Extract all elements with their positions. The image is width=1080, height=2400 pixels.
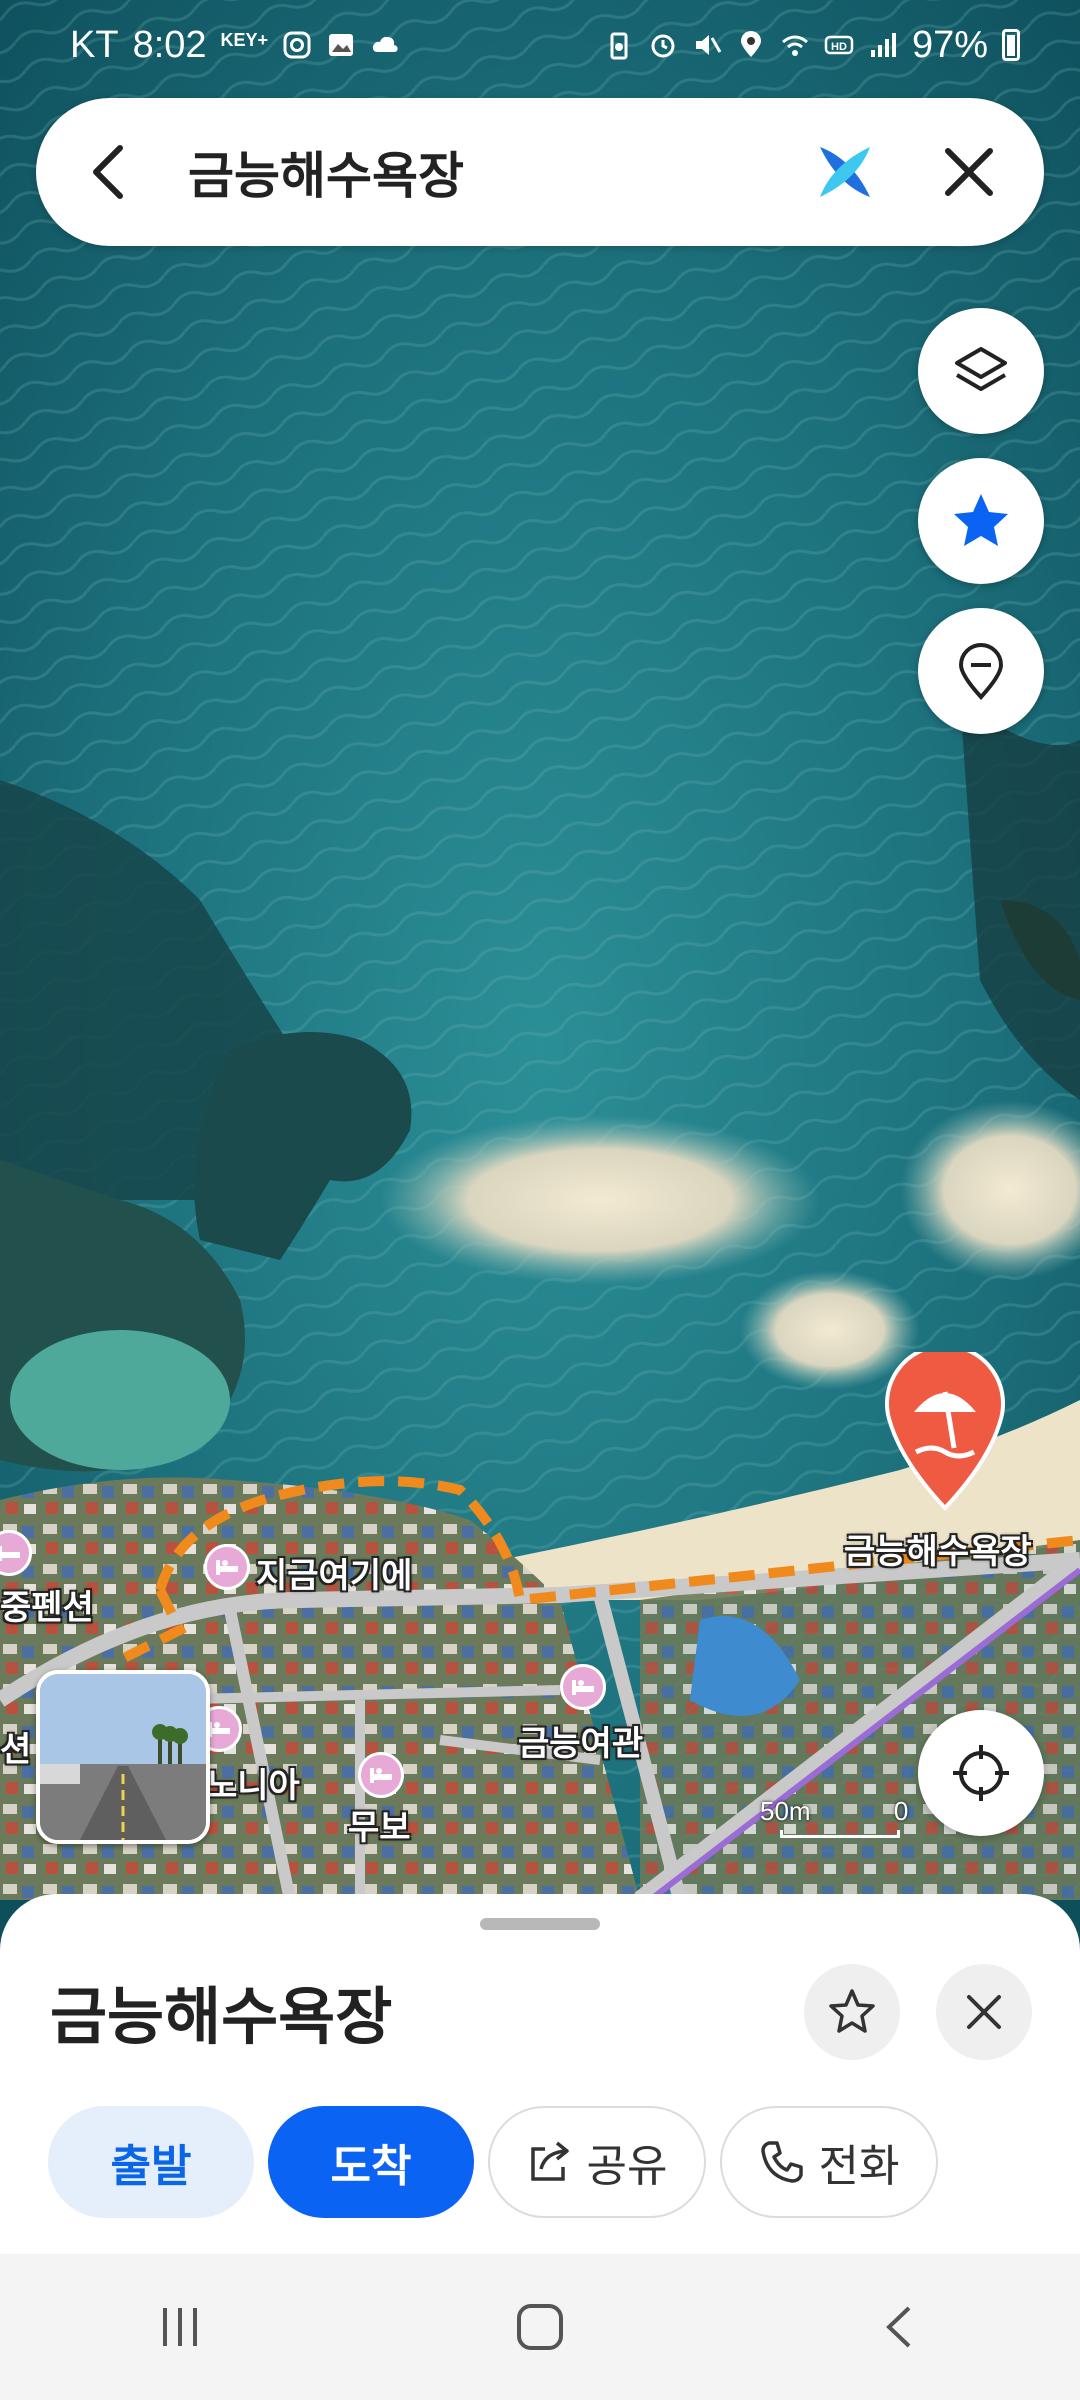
system-back-button[interactable] [820,2277,980,2377]
map-label-pension: 중펜션 [0,1589,94,1627]
phone-icon [760,2141,803,2183]
scale-distance: 50m [760,1796,811,1826]
location-icon [740,31,761,57]
ai-sparkle-icon [820,147,870,197]
status-right: HD 97% [604,24,1020,67]
close-sheet-button[interactable] [936,1964,1032,2060]
layers-icon [955,347,1007,391]
close-icon [967,1995,1001,2029]
instagram-icon [283,31,311,59]
crosshair-icon [953,1745,1009,1801]
status-left: KT 8:02 KEY+ [70,24,400,67]
place-pin[interactable] [882,1343,1008,1512]
map-label-mubo: 무보 [348,1809,411,1847]
satellite-imagery [0,0,1080,1900]
lodging-icon[interactable] [560,1664,606,1710]
place-bottom-sheet[interactable]: 금능해수욕장 출발 도착 공유 전화 [0,1894,1080,2254]
street-view-thumbnail[interactable] [36,1670,210,1844]
mute-icon [695,35,722,55]
ai-assistant-button[interactable] [800,98,890,246]
search-query[interactable]: 금능해수욕장 [168,136,800,208]
back-icon [886,2306,911,2348]
map-layers-button[interactable] [918,308,1044,434]
map-pin-icon [958,643,1004,700]
action-buttons-row: 출발 도착 공유 전화 [48,2106,938,2218]
current-location-button[interactable] [918,1710,1044,1836]
hd-voice-icon: HD [824,35,854,55]
arrive-button[interactable]: 도착 [268,2106,474,2218]
map-label-inn: 금능여관 [518,1725,644,1763]
star-filled-icon [954,494,1008,546]
save-favorite-button[interactable] [804,1964,900,2060]
recent-apps-button[interactable] [100,2277,260,2377]
system-nav-bar [0,2254,1080,2400]
map-view[interactable] [0,0,1080,1900]
sheet-drag-handle[interactable] [480,1918,600,1930]
saved-places-button[interactable] [918,608,1044,734]
cloud-icon [372,36,398,52]
clock: 8:02 [132,23,207,66]
signal-icon [870,33,896,57]
close-icon [945,148,993,196]
status-bar: KT 8:02 KEY+ HD 97% [0,0,1080,90]
share-button[interactable]: 공유 [488,2106,706,2218]
home-button[interactable] [460,2277,620,2377]
home-icon [517,2304,563,2350]
star-outline-icon [829,1989,875,2033]
map-label-jigeumyeogie: 지금여기에 [256,1557,413,1595]
carrier-label: KT [70,23,119,66]
lodging-icon[interactable] [204,1544,250,1590]
back-button[interactable] [48,98,168,246]
map-label-cut: 션 [0,1731,32,1769]
scale-zero: 0 [893,1796,909,1826]
share-icon [530,2141,569,2181]
key-badge: KEY+ [220,29,269,50]
call-label: 전화 [818,2142,900,2191]
battery-saver-icon [610,32,628,60]
clear-search-button[interactable] [914,98,1024,246]
battery-percent: 97% [911,23,988,66]
scale-bar [780,1830,900,1838]
favorites-button[interactable] [918,458,1044,584]
search-bar[interactable]: 금능해수욕장 [36,98,1044,246]
map-scale: 50m 0 [760,1796,909,1838]
place-title: 금능해수욕장 [50,1983,393,2052]
alarm-icon [651,34,675,58]
gallery-icon [329,34,354,56]
street-view-image [40,1674,206,1840]
svg-text:HD: HD [831,41,847,53]
chevron-left-icon [93,145,123,199]
map-label-nonia: 노니아 [206,1767,300,1805]
depart-button[interactable]: 출발 [48,2106,254,2218]
wifi-icon [781,35,808,56]
recent-apps-icon [163,2308,197,2346]
place-pin-label: 금능해수욕장 [844,1533,1032,1571]
call-button[interactable]: 전화 [720,2106,938,2218]
battery-icon [1002,29,1020,61]
lodging-icon[interactable] [358,1752,404,1798]
share-label: 공유 [586,2142,668,2191]
beach-pin-icon [885,1343,1005,1511]
